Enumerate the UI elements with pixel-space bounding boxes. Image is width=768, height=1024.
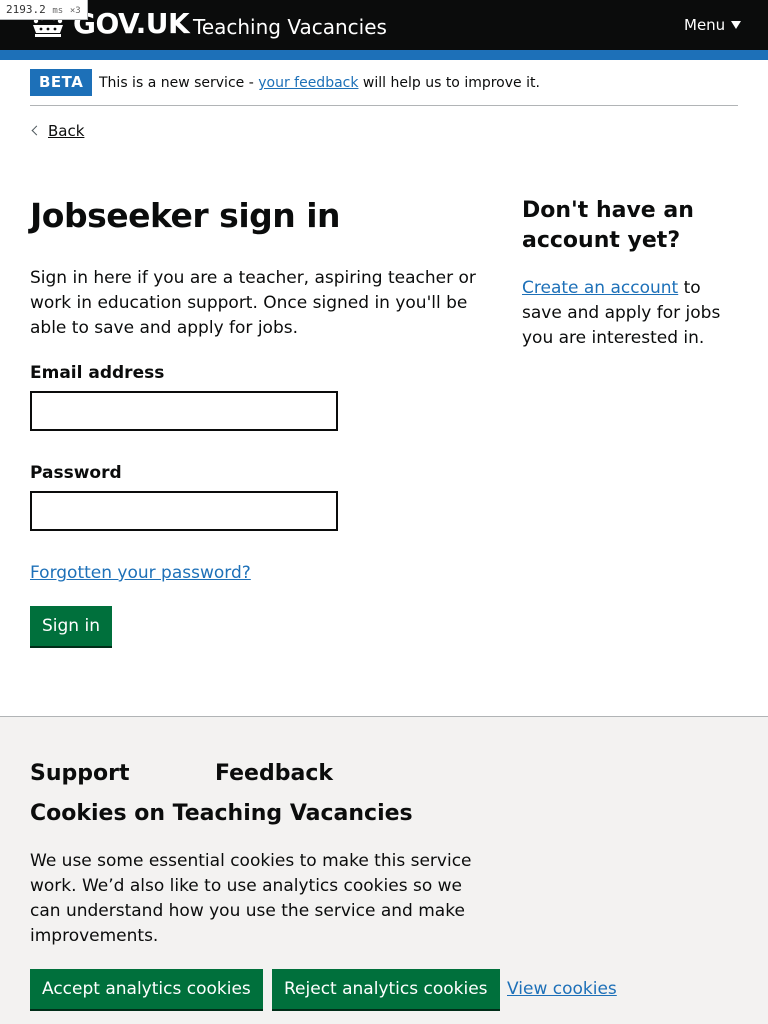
phase-text-before: This is a new service - (99, 75, 259, 91)
cookie-banner-title: Cookies on Teaching Vacancies (30, 801, 413, 826)
password-field[interactable] (30, 491, 338, 531)
cookie-banner: Cookies on Teaching Vacancies We use som… (0, 790, 768, 1024)
debug-timing-unit: ms (52, 6, 64, 16)
aside-text: Create an account to save and apply for … (522, 276, 744, 351)
govuk-logo-text[interactable]: GOV.UK (73, 6, 190, 42)
phase-banner: BETA This is a new service - your feedba… (30, 69, 738, 106)
footer-heading-feedback: Feedback (215, 761, 333, 786)
accept-cookies-button[interactable]: Accept analytics cookies (30, 969, 263, 1009)
menu-button[interactable]: Menu (684, 14, 742, 36)
email-field[interactable] (30, 391, 338, 431)
cookie-banner-text: We use some essential cookies to make th… (30, 851, 472, 946)
caret-down-icon (731, 21, 742, 29)
aside-title: Don't have an account yet? (522, 198, 694, 253)
feedback-link[interactable]: your feedback (258, 75, 358, 91)
debug-timing-badge: 2193.2 ms ×3 (0, 0, 88, 20)
create-account-link[interactable]: Create an account (522, 278, 678, 298)
menu-button-label: Menu (684, 16, 726, 34)
page-title: Jobseeker sign in (30, 196, 341, 235)
intro-text: Sign in here if you are a teacher, aspir… (30, 268, 476, 338)
chevron-left-icon (31, 125, 42, 136)
header-blue-stripe (0, 50, 768, 60)
debug-timing-multiplier: ×3 (69, 6, 81, 16)
site-header: GOV.UK Teaching Vacancies Menu (0, 0, 768, 50)
beta-tag: BETA (30, 69, 93, 96)
service-name[interactable]: Teaching Vacancies (193, 12, 387, 42)
password-label: Password (30, 463, 122, 483)
back-link[interactable]: Back (30, 121, 84, 141)
reject-cookies-button[interactable]: Reject analytics cookies (272, 969, 500, 1009)
email-label: Email address (30, 363, 165, 383)
view-cookies-link[interactable]: View cookies (507, 977, 617, 1002)
footer-heading-support: Support (30, 761, 130, 786)
sign-in-button[interactable]: Sign in (30, 606, 112, 646)
phase-text-after: will help us to improve it. (358, 75, 540, 91)
forgot-password-link[interactable]: Forgotten your password? (30, 561, 251, 586)
phase-banner-text: This is a new service - your feedback wi… (99, 71, 540, 95)
back-link-label: Back (48, 122, 85, 140)
debug-timing-value: 2193.2 (6, 3, 46, 16)
